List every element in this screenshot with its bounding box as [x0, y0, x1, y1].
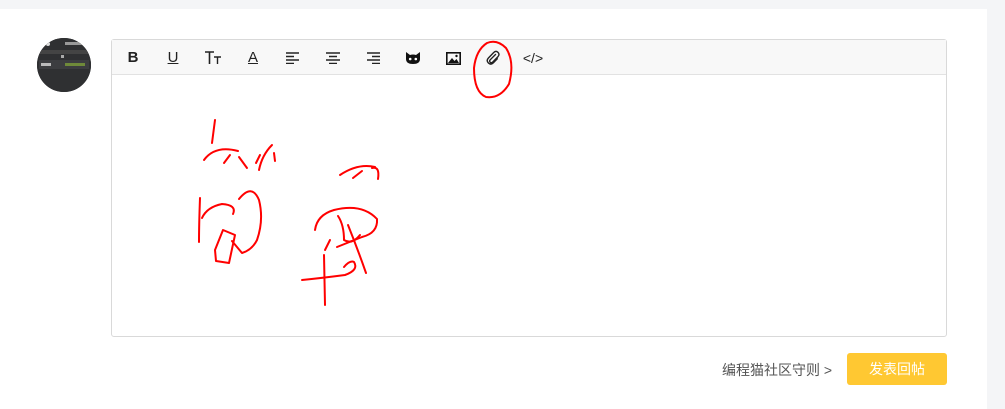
attachment-button[interactable] — [483, 48, 503, 68]
code-icon: </> — [522, 50, 544, 66]
editor-content[interactable] — [112, 75, 946, 336]
avatar[interactable] — [37, 38, 91, 92]
bold-icon: B — [127, 49, 139, 66]
font-color-icon: A — [247, 49, 258, 66]
underline-button[interactable]: U — [163, 48, 183, 68]
align-left-button[interactable] — [283, 48, 303, 68]
cat-icon — [406, 52, 420, 64]
emoji-button[interactable] — [403, 48, 423, 68]
image-icon — [445, 51, 461, 65]
align-right-button[interactable] — [363, 48, 383, 68]
image-button[interactable] — [443, 48, 463, 68]
handwritten-scribble — [198, 119, 380, 306]
font-color-button[interactable]: A — [243, 48, 263, 68]
paperclip-icon — [486, 50, 500, 65]
align-left-icon — [286, 52, 299, 64]
community-guidelines-link[interactable]: 编程猫社区守则 > — [722, 361, 832, 379]
align-center-button[interactable] — [323, 48, 343, 68]
code-button[interactable]: </> — [523, 48, 543, 68]
align-center-icon — [326, 52, 340, 64]
editor-toolbar: B U A </> — [112, 40, 946, 75]
align-right-icon — [367, 52, 380, 64]
font-size-button[interactable] — [203, 48, 223, 68]
reply-editor: B U A </> — [111, 39, 947, 337]
bold-button[interactable]: B — [123, 48, 143, 68]
submit-reply-button[interactable]: 发表回帖 — [847, 353, 947, 385]
font-size-icon — [205, 51, 221, 64]
underline-icon: U — [167, 49, 179, 66]
